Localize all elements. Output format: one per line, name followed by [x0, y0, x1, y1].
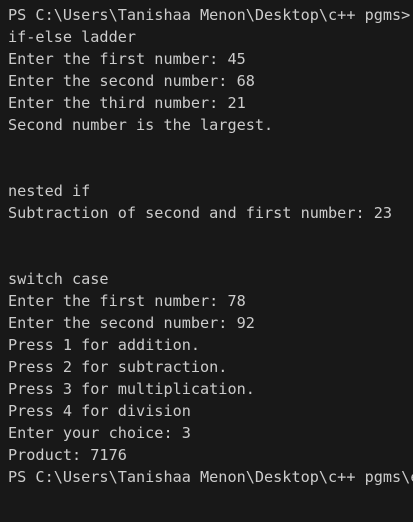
output-line: Enter the third number: 21 [8, 94, 246, 112]
output-line: Product: 7176 [8, 446, 127, 464]
prompt-line: PS C:\Users\Tanishaa Menon\Desktop\c++ p… [8, 468, 413, 486]
output-line: if-else ladder [8, 28, 137, 46]
output-line: Enter the first number: 45 [8, 50, 246, 68]
output-line: Second number is the largest. [8, 116, 274, 134]
output-line: Press 4 for division [8, 402, 191, 420]
output-line: Enter the second number: 68 [8, 72, 255, 90]
output-line: Enter the first number: 78 [8, 292, 246, 310]
output-line: Enter your choice: 3 [8, 424, 191, 442]
output-line: Press 1 for addition. [8, 336, 201, 354]
output-line: Press 3 for multiplication. [8, 380, 255, 398]
output-line: switch case [8, 270, 109, 288]
output-line: nested if [8, 182, 91, 200]
output-line: Enter the second number: 92 [8, 314, 255, 332]
output-line: Subtraction of second and first number: … [8, 204, 393, 222]
terminal-output[interactable]: PS C:\Users\Tanishaa Menon\Desktop\c++ p… [0, 0, 413, 522]
prompt-line: PS C:\Users\Tanishaa Menon\Desktop\c++ p… [8, 6, 411, 24]
output-line: Press 2 for subtraction. [8, 358, 228, 376]
